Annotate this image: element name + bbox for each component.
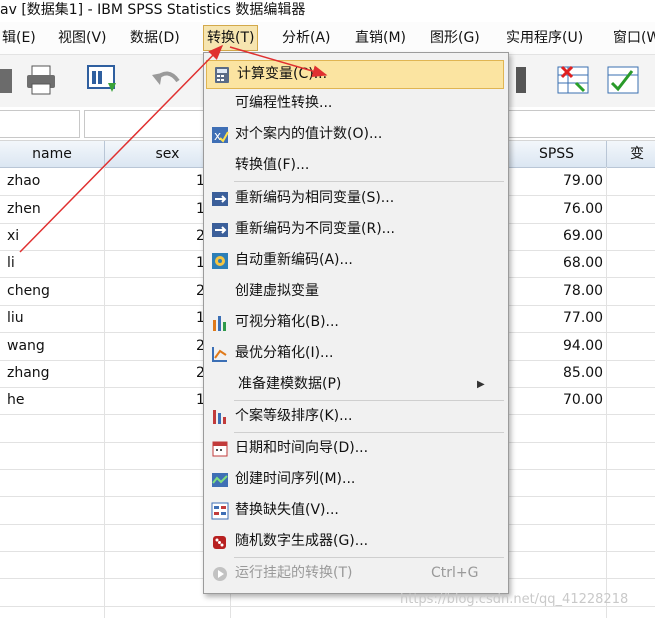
- cell-spss[interactable]: 69.00: [563, 223, 603, 250]
- menu-separator: [234, 181, 504, 182]
- menu-item-label: 创建虚拟变量: [235, 283, 319, 299]
- menu-data[interactable]: 数据(D): [130, 26, 180, 50]
- open-icon[interactable]: [0, 63, 16, 97]
- menu-item-label: 创建时间序列(M)...: [235, 471, 356, 487]
- optimal-binning-icon: [211, 345, 229, 363]
- watermark-text: https://blog.csdn.net/qq_41228218: [400, 592, 629, 607]
- menu-item-label: 重新编码为相同变量(S)...: [235, 190, 395, 206]
- cell-name[interactable]: zhao: [7, 168, 40, 195]
- count-values-icon: x: [211, 126, 229, 144]
- menu-item-create-dummy[interactable]: 创建虚拟变量: [205, 278, 505, 305]
- select-cases-icon[interactable]: [606, 63, 640, 97]
- shortcut-label: Ctrl+G: [431, 565, 479, 581]
- cell-name[interactable]: liu: [7, 305, 24, 332]
- menu-item-count-values[interactable]: x 对个案内的值计数(O)...: [205, 121, 505, 148]
- menu-utilities[interactable]: 实用程序(U): [506, 26, 583, 50]
- menu-item-label: 最优分箱化(I)...: [235, 345, 334, 361]
- menu-item-label: 随机数字生成器(G)...: [235, 533, 369, 549]
- menu-item-label: 计算变量(C)...: [237, 66, 328, 82]
- menu-item-programmability[interactable]: 可编程性转换...: [205, 90, 505, 117]
- menu-item-label: 运行挂起的转换(T): [235, 565, 353, 581]
- menu-view[interactable]: 视图(V): [58, 26, 107, 50]
- visual-binning-icon: [211, 314, 229, 332]
- column-header-var[interactable]: 变: [607, 141, 655, 168]
- calculator-icon: [213, 66, 231, 84]
- cell-name[interactable]: he: [7, 387, 25, 414]
- auto-recode-icon: [211, 252, 229, 270]
- menu-item-recode-same[interactable]: 重新编码为相同变量(S)...: [205, 185, 505, 212]
- menu-item-visual-binning[interactable]: 可视分箱化(B)...: [205, 309, 505, 336]
- cell-spss[interactable]: 85.00: [563, 360, 603, 387]
- submenu-arrow-icon: ▶: [477, 379, 485, 390]
- menu-item-optimal-binning[interactable]: 最优分箱化(I)...: [205, 340, 505, 367]
- cell-reference-box[interactable]: [0, 110, 80, 138]
- cell-spss[interactable]: 70.00: [563, 387, 603, 414]
- menu-edit[interactable]: 辑(E): [2, 26, 36, 50]
- date-time-icon: [211, 440, 229, 458]
- menu-item-label: 准备建模数据(P): [238, 376, 342, 392]
- menu-item-label: 重新编码为不同变量(R)...: [235, 221, 396, 237]
- menu-separator: [234, 557, 504, 558]
- variable-icon[interactable]: [510, 63, 544, 97]
- menu-item-shift-values[interactable]: 转换值(F)...: [205, 152, 505, 179]
- cell-name[interactable]: cheng: [7, 278, 50, 305]
- menu-window[interactable]: 窗口(W: [613, 26, 655, 50]
- cell-spss[interactable]: 77.00: [563, 305, 603, 332]
- cell-spss[interactable]: 78.00: [563, 278, 603, 305]
- cell-name[interactable]: zhang: [7, 360, 50, 387]
- menu-item-rank-cases[interactable]: 个案等级排序(K)...: [205, 403, 505, 430]
- menu-analyze[interactable]: 分析(A): [282, 26, 331, 50]
- menu-item-label: 个案等级排序(K)...: [235, 408, 353, 424]
- window-title: av [数据集1] - IBM SPSS Statistics 数据编辑器: [0, 0, 655, 22]
- menu-direct-marketing[interactable]: 直销(M): [355, 26, 406, 50]
- menu-item-replace-missing[interactable]: 替换缺失值(V)...: [205, 497, 505, 524]
- recall-dialog-icon[interactable]: [86, 63, 120, 97]
- menu-item-label: 可视分箱化(B)...: [235, 314, 339, 330]
- time-series-icon: [211, 471, 229, 489]
- random-dice-icon: [211, 533, 229, 551]
- cell-name[interactable]: xi: [7, 223, 19, 250]
- menu-item-random-generators[interactable]: 随机数字生成器(G)...: [205, 528, 505, 555]
- cell-spss[interactable]: 76.00: [563, 196, 603, 223]
- menu-item-recode-different[interactable]: 重新编码为不同变量(R)...: [205, 216, 505, 243]
- menu-transform[interactable]: 转换(T): [203, 25, 259, 51]
- undo-icon[interactable]: [150, 63, 184, 97]
- menu-separator: [234, 400, 504, 401]
- cell-spss[interactable]: 79.00: [563, 168, 603, 195]
- transform-menu: 计算变量(C)... 可编程性转换... x 对个案内的值计数(O)... 转换…: [203, 52, 509, 594]
- column-header-name[interactable]: name: [0, 141, 105, 168]
- menu-item-prepare-modeling[interactable]: 准备建模数据(P) ▶: [205, 371, 505, 398]
- menu-item-label: 替换缺失值(V)...: [235, 502, 339, 518]
- rank-cases-icon: [211, 408, 229, 426]
- menu-item-label: 日期和时间向导(D)...: [235, 440, 369, 456]
- menu-item-label: 可编程性转换...: [235, 95, 333, 111]
- menu-item-label: 转换值(F)...: [235, 157, 310, 173]
- cell-name[interactable]: wang: [7, 333, 45, 360]
- menu-graphs[interactable]: 图形(G): [430, 26, 480, 50]
- cell-spss[interactable]: 94.00: [563, 333, 603, 360]
- menu-item-compute-variable[interactable]: 计算变量(C)...: [206, 60, 504, 89]
- run-pending-icon: [211, 565, 229, 583]
- menu-item-label: 对个案内的值计数(O)...: [235, 126, 383, 142]
- svg-text:x: x: [214, 129, 221, 143]
- cell-name[interactable]: li: [7, 250, 15, 277]
- recode-different-icon: [211, 221, 229, 239]
- menu-item-date-time-wizard[interactable]: 日期和时间向导(D)...: [205, 435, 505, 462]
- menu-item-create-time-series[interactable]: 创建时间序列(M)...: [205, 466, 505, 493]
- insert-cases-icon[interactable]: [556, 63, 590, 97]
- menu-item-label: 自动重新编码(A)...: [235, 252, 353, 268]
- menu-bar: 辑(E) 视图(V) 数据(D) 转换(T) 分析(A) 直销(M) 图形(G)…: [0, 22, 655, 55]
- menu-item-auto-recode[interactable]: 自动重新编码(A)...: [205, 247, 505, 274]
- print-icon[interactable]: [24, 63, 58, 97]
- menu-item-run-pending: 运行挂起的转换(T) Ctrl+G: [205, 560, 505, 587]
- cell-spss[interactable]: 68.00: [563, 250, 603, 277]
- recode-same-icon: [211, 190, 229, 208]
- cell-name[interactable]: zhen: [7, 196, 41, 223]
- column-header-spss[interactable]: SPSS: [507, 141, 607, 168]
- menu-separator: [234, 432, 504, 433]
- replace-missing-icon: [211, 502, 229, 520]
